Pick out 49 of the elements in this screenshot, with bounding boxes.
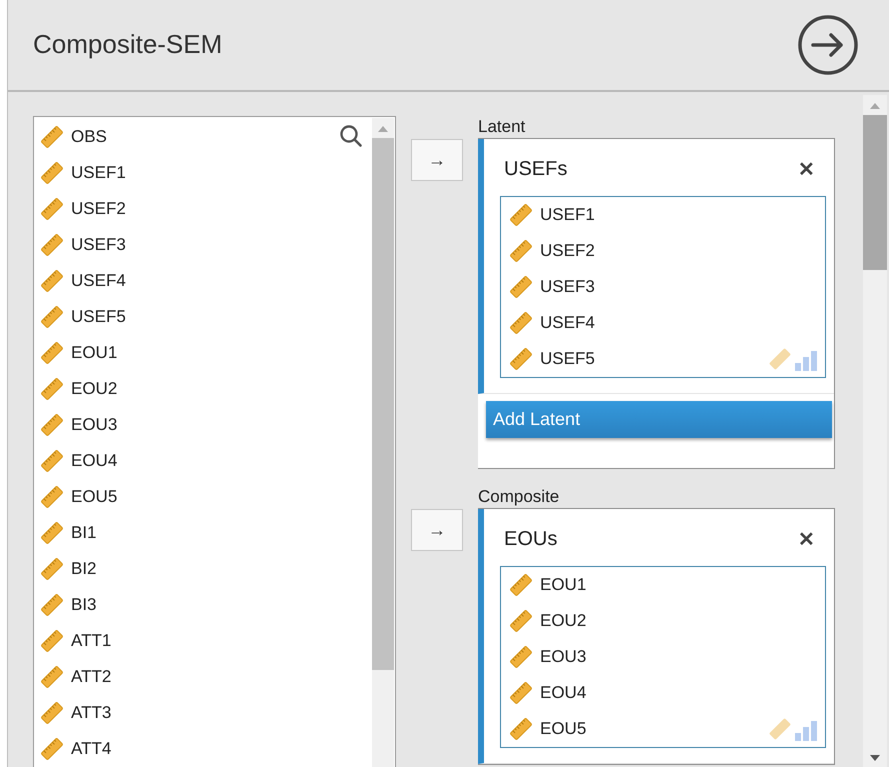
variable-item[interactable]: EOU1	[540, 575, 586, 595]
variable-item[interactable]: USEF4	[71, 271, 126, 291]
variable-item[interactable]: EOU5	[71, 487, 118, 507]
variable-item[interactable]: USEF2	[71, 199, 126, 219]
scrollbar-thumb[interactable]	[372, 138, 394, 670]
move-button[interactable]: →	[411, 509, 463, 551]
block-name: EOUs	[504, 528, 558, 550]
variable-item[interactable]: EOU4	[71, 451, 118, 471]
variable-item[interactable]: OBS	[71, 127, 107, 147]
variable-item[interactable]: USEF5	[540, 349, 595, 369]
variable-item[interactable]: EOU2	[540, 611, 586, 631]
panel-title: Composite-SEM	[33, 28, 222, 60]
variable-item[interactable]: BI2	[71, 559, 97, 579]
close-button[interactable]: ✕	[794, 156, 819, 182]
variable-item[interactable]: USEF1	[71, 163, 126, 183]
variable-item[interactable]: USEF3	[540, 277, 595, 297]
variable-item[interactable]: BI3	[71, 595, 97, 615]
variable-item[interactable]: ATT1	[71, 631, 112, 651]
section-label: Composite	[478, 486, 560, 508]
variable-item[interactable]: ATT4	[71, 739, 112, 759]
section-label: Latent	[478, 116, 526, 138]
variable-item[interactable]: USEF5	[71, 307, 126, 327]
variable-item[interactable]: USEF2	[540, 241, 595, 261]
scrollbar-thumb[interactable]	[863, 115, 887, 270]
variable-item[interactable]: EOU2	[71, 379, 118, 399]
variable-item[interactable]: EOU3	[71, 415, 118, 435]
variable-item[interactable]: EOU3	[540, 647, 586, 667]
variable-item[interactable]: EOU5	[540, 719, 586, 739]
scroll-up-icon[interactable]	[870, 103, 880, 109]
variable-item[interactable]: EOU1	[71, 343, 118, 363]
variable-item[interactable]: USEF4	[540, 313, 595, 333]
variable-item[interactable]: USEF3	[71, 235, 126, 255]
search-icon[interactable]	[339, 124, 363, 148]
bar-chart-icon	[795, 721, 817, 741]
variable-item[interactable]: ATT2	[71, 667, 112, 687]
scroll-down-icon[interactable]	[870, 755, 880, 761]
variable-item[interactable]: BI1	[71, 523, 97, 543]
variable-item[interactable]: EOU4	[540, 683, 586, 703]
add-latent-button[interactable]: Add Latent	[486, 401, 832, 438]
scrollbar[interactable]	[863, 95, 887, 767]
variable-item[interactable]: ATT3	[71, 703, 112, 723]
close-button[interactable]: ✕	[794, 526, 819, 552]
bar-chart-icon	[795, 351, 817, 371]
scrollbar[interactable]	[372, 118, 394, 767]
arrow-circle-icon[interactable]	[797, 14, 859, 76]
move-button[interactable]: →	[411, 139, 463, 181]
variable-item[interactable]: USEF1	[540, 205, 595, 225]
block-name: USEFs	[504, 158, 568, 180]
scroll-up-icon[interactable]	[378, 126, 388, 132]
